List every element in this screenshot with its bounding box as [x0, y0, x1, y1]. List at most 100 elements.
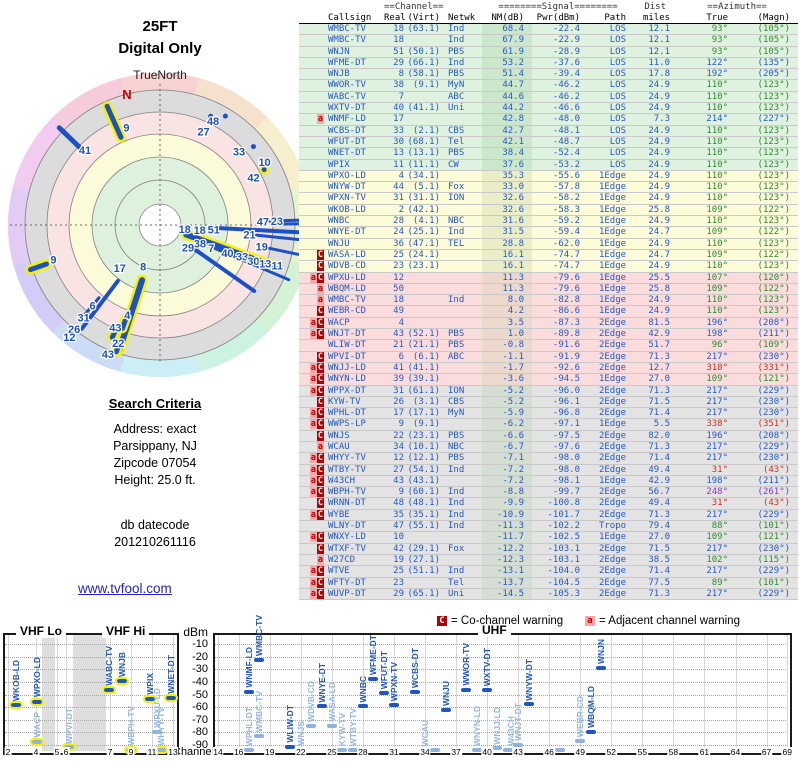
nm-cell: 3.5	[482, 317, 533, 330]
signal-bar	[595, 665, 606, 670]
real-ch-cell: 48	[384, 497, 404, 510]
nm-cell: 32.6	[482, 192, 533, 205]
azimuth-magn-cell: (115°)	[728, 554, 799, 567]
signal-bar	[9, 700, 23, 709]
pwr-cell: -97.5	[532, 430, 589, 442]
miles-cell: 27.0	[634, 531, 677, 544]
signal-bar	[254, 657, 265, 662]
pwr-cell: -98.1	[532, 475, 589, 488]
path-cell: LOS	[588, 147, 635, 160]
callsign-cell: WNYN-LD	[326, 373, 384, 386]
signal-bar-label: WFUT-DT	[378, 650, 389, 689]
real-ch-cell: 43	[384, 475, 404, 488]
netwk-cell	[442, 249, 483, 262]
netwk-cell: Ind	[442, 294, 483, 307]
signal-bar-label: WNET-DT	[166, 654, 176, 694]
miles-cell: 24.9	[634, 215, 677, 228]
table-row: a C WNXY-LD 10 -11.7 -102.5 1Edge 27.0 109° (121°…	[299, 531, 799, 544]
real-ch-cell: 21	[384, 339, 404, 352]
co-channel-warning-badge: C	[316, 543, 324, 554]
pwr-cell: -97.1	[532, 418, 589, 431]
channel-tick: 46	[543, 747, 555, 757]
signal-bar	[420, 748, 430, 752]
netwk-cell	[442, 283, 483, 296]
warning-badges: aC	[299, 486, 326, 499]
signal-bar-label: KYW-TV	[337, 712, 348, 746]
miles-cell: 71.3	[634, 588, 677, 601]
azimuth-magn-cell: (211°)	[728, 328, 799, 341]
azimuth-magn-cell: (135°)	[728, 57, 799, 70]
table-row: a C WUVP-DT 29 (65.1) Uni -14.5 -105.3 2Edge 71.3…	[299, 588, 799, 601]
miles-cell: 24.9	[634, 260, 677, 273]
gridline	[152, 635, 153, 751]
virt-ch-cell: (41.1)	[404, 102, 443, 115]
nm-cell: -12.2	[482, 543, 533, 555]
radar-channel-label: 47	[257, 216, 269, 228]
table-row: WXTV-DT 40 (41.1) Uni 44.2 -46.6 LOS 24.9 110° (1…	[299, 102, 799, 115]
path-cell: LOS	[588, 57, 635, 70]
nm-cell: 11.3	[482, 272, 533, 284]
real-ch-cell: 51	[384, 46, 404, 58]
signal-bar	[62, 743, 76, 752]
virt-ch-cell: (25.1)	[404, 226, 443, 239]
real-ch-cell: 18	[384, 34, 404, 47]
callsign-cell: WBQM-LD	[326, 283, 384, 296]
warning-badges: aC	[299, 577, 326, 589]
gridline	[215, 719, 786, 721]
signal-bar	[461, 687, 472, 692]
gridline	[5, 644, 175, 645]
warning-badges	[299, 34, 326, 47]
radar-channel-label: 13	[259, 258, 271, 270]
azimuth-true-cell: 93°	[676, 23, 729, 36]
warning-badges: aC	[299, 407, 326, 420]
virt-ch-cell: (47.1)	[404, 238, 443, 250]
col-true: True	[676, 12, 729, 24]
table-row: WPXN-TV 31 (31.1) ION 32.6 -58.2 1Edge 24.9 110°…	[299, 192, 799, 205]
nm-cell: 67.9	[482, 34, 533, 47]
warning-badges	[299, 79, 326, 92]
miles-cell: 25.8	[634, 204, 677, 217]
azimuth-magn-cell: (227°)	[728, 113, 799, 126]
tvfool-link[interactable]: www.tvfool.com	[78, 581, 172, 596]
netwk-cell: Ind	[442, 497, 483, 510]
callsign-cell: WNYW-DT	[326, 181, 384, 194]
gridline	[611, 635, 613, 751]
pwr-cell: -87.3	[532, 317, 589, 330]
callsign-cell: WNJT-DT	[326, 328, 384, 341]
warning-badges	[299, 91, 326, 104]
netwk-cell	[442, 170, 483, 183]
pwr-cell: -52.4	[532, 147, 589, 160]
signal-bar-label: WPHL-DT	[244, 706, 255, 746]
netwk-cell: Tel	[442, 577, 483, 589]
netwk-cell: PBS	[442, 452, 483, 465]
real-ch-cell: 4	[384, 317, 404, 330]
nm-cell: -10.9	[482, 509, 533, 522]
callsign-cell: W27CD	[326, 554, 384, 567]
radar-channel-label: 11	[271, 260, 283, 272]
path-cell: LOS	[588, 34, 635, 47]
netwk-cell: NBC	[442, 215, 483, 228]
signal-bar-label: WPXO-LD	[32, 657, 42, 698]
nm-cell: 31.5	[482, 226, 533, 239]
netwk-cell	[442, 475, 483, 488]
signal-bar	[430, 748, 441, 752]
warning-badges: C	[299, 543, 326, 555]
netwk-cell: PBS	[442, 430, 483, 442]
azimuth-magn-cell: (120°)	[728, 272, 799, 284]
virt-ch-cell: (24.1)	[404, 249, 443, 262]
channel-tick: 43	[512, 747, 524, 757]
netwk-cell: NBC	[442, 441, 483, 454]
table-row: a W27CD 19 (27.1) -12.3 -103.1 2Edge 38.5 102° (1…	[299, 554, 799, 567]
real-ch-cell: 49	[384, 305, 404, 318]
real-ch-cell: 8	[384, 68, 404, 81]
miles-cell: 12.7	[634, 362, 677, 375]
azimuth-true-cell: 217°	[676, 385, 729, 397]
azimuth-true-cell: 217°	[676, 588, 729, 601]
virt-ch-cell: (17.1)	[404, 407, 443, 420]
signal-bar	[254, 733, 265, 738]
pwr-cell: -57.8	[532, 181, 589, 194]
azimuth-magn-cell: (123°)	[728, 91, 799, 104]
pwr-cell: -92.6	[532, 362, 589, 375]
miles-cell: 7.3	[634, 113, 677, 126]
real-ch-cell: 40	[384, 102, 404, 115]
